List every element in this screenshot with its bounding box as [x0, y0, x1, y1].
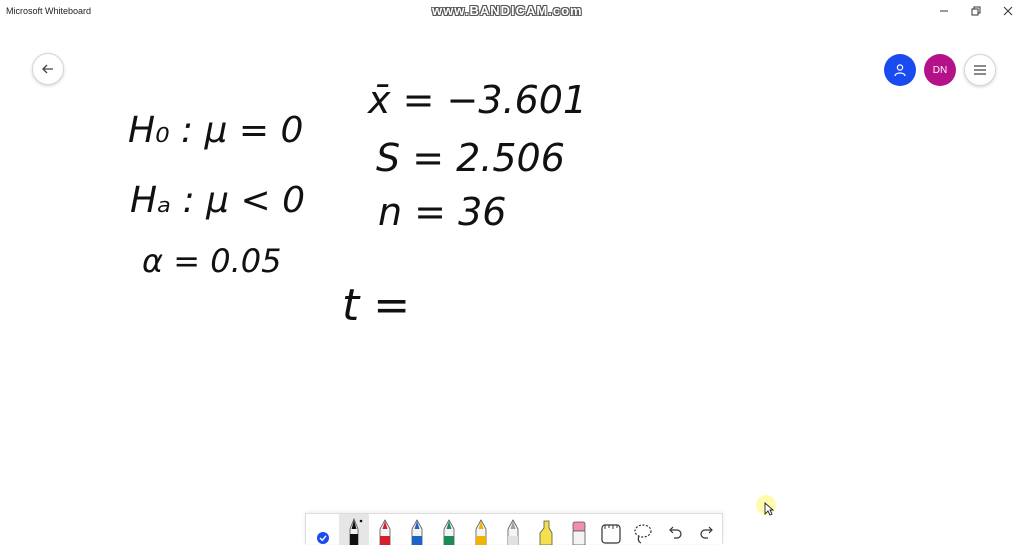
undo-button[interactable] [660, 514, 690, 545]
recording-watermark: www.BANDICAM.com [432, 3, 583, 18]
eraser-tool[interactable] [564, 514, 594, 545]
pen-red-tool[interactable] [370, 514, 400, 545]
sample-size: n = 36 [378, 190, 507, 234]
close-button[interactable] [992, 0, 1024, 22]
app-title: Microsoft Whiteboard [6, 6, 92, 16]
lasso-tool[interactable] [628, 514, 658, 545]
minimize-button[interactable] [928, 0, 960, 22]
close-icon [1003, 6, 1013, 16]
pen-red-icon [379, 519, 391, 545]
redo-icon [700, 526, 713, 539]
window-controls [928, 0, 1024, 22]
highlighter-yellow-icon [539, 520, 553, 545]
significance-level: α = 0.05 [142, 242, 282, 280]
ruler-tool[interactable] [596, 514, 626, 545]
alternative-hypothesis: Hₐ : μ < 0 [130, 180, 306, 221]
inking-toolbar [305, 513, 723, 545]
redo-button[interactable] [692, 514, 722, 545]
pen-yellow-icon [475, 519, 487, 545]
restore-icon [971, 6, 981, 16]
pen-blue-tool[interactable] [402, 514, 432, 545]
select-tool[interactable] [308, 514, 338, 545]
whiteboard-canvas[interactable]: H₀ : μ = 0 Hₐ : μ < 0 α = 0.05 x̄ = −3.6… [0, 22, 1024, 516]
pen-gray-icon [507, 519, 519, 545]
select-check-icon [317, 532, 329, 544]
pen-yellow-tool[interactable] [466, 514, 496, 545]
pen-green-tool[interactable] [434, 514, 464, 545]
pen-blue-icon [411, 519, 423, 545]
minimize-icon [940, 10, 948, 12]
undo-icon [669, 526, 682, 539]
highlighter-tool[interactable] [531, 514, 561, 545]
pen-green-icon [443, 519, 455, 545]
pen-black-tool[interactable] [339, 514, 369, 545]
restore-button[interactable] [960, 0, 992, 22]
pen-black-icon [349, 517, 363, 545]
lasso-icon [634, 524, 652, 544]
mouse-cursor-icon [764, 502, 774, 516]
eraser-pink-icon [572, 521, 586, 545]
null-hypothesis: H₀ : μ = 0 [128, 110, 304, 151]
pen-gray-tool[interactable] [498, 514, 528, 545]
ruler-icon [601, 524, 621, 544]
sample-mean: x̄ = −3.601 [368, 78, 588, 122]
test-statistic: t = [342, 280, 411, 331]
sample-sd: S = 2.506 [376, 136, 565, 180]
